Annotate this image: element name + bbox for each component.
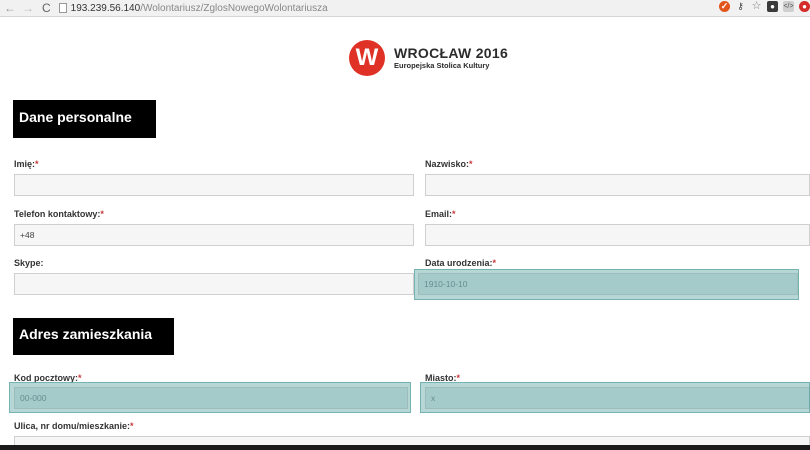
key-icon[interactable]: ⚷ (735, 1, 746, 12)
first-name-label: Imię:* (14, 159, 39, 169)
email-field[interactable] (425, 224, 810, 246)
phone-field[interactable] (14, 224, 414, 246)
url-path: /Wolontariusz/ZglosNowegoWolontariusza (140, 2, 328, 14)
phone-label-text: Telefon kontaktowy: (14, 209, 101, 219)
birth-date-field[interactable] (418, 273, 798, 295)
reload-icon[interactable]: C (42, 1, 51, 15)
required-marker: * (452, 209, 456, 219)
required-marker: * (469, 159, 473, 169)
skype-label: Skype: (14, 258, 44, 268)
birth-date-label-text: Data urodzenia: (425, 258, 493, 268)
forward-icon[interactable]: → (22, 1, 34, 15)
back-icon[interactable]: ← (4, 1, 16, 15)
logo-mark-icon: W (349, 40, 385, 76)
url-text[interactable]: 193.239.56.140/Wolontariusz/ZglosNowegoW… (71, 3, 328, 14)
person-icon[interactable]: ● (767, 1, 778, 12)
required-marker: * (35, 159, 39, 169)
extension-icons: ✓ ⚷ ☆ ● </> ● (719, 1, 810, 12)
logo-text: WROCŁAW 2016 Europejska Stolica Kultury (394, 45, 508, 71)
section-header-address: Adres zamieszkania (13, 318, 174, 355)
last-name-field[interactable] (425, 174, 810, 196)
email-label-text: Email: (425, 209, 453, 219)
email-label: Email:* (425, 209, 456, 219)
city-label-text: Miasto: (425, 373, 457, 383)
birth-date-label: Data urodzenia:* (425, 258, 496, 268)
required-marker: * (456, 373, 461, 383)
required-marker: * (78, 373, 82, 383)
screen-bottom-edge (0, 445, 810, 450)
last-name-label: Nazwisko:* (425, 159, 473, 169)
star-icon[interactable]: ☆ (751, 1, 762, 12)
first-name-label-text: Imię: (14, 159, 36, 169)
skype-field[interactable] (14, 273, 414, 295)
required-marker: * (130, 421, 134, 431)
postal-code-label: Kod pocztowy:* (14, 373, 82, 383)
city-field[interactable] (425, 387, 810, 409)
skype-label-text: Skype: (14, 258, 44, 268)
phone-label: Telefon kontaktowy:* (14, 209, 104, 219)
address-bar[interactable]: 193.239.56.140/Wolontariusz/ZglosNowegoW… (58, 1, 328, 15)
site-logo: W WROCŁAW 2016 Europejska Stolica Kultur… (349, 40, 508, 76)
section-header-personal: Dane personalne (13, 100, 156, 138)
last-name-label-text: Nazwisko: (425, 159, 470, 169)
postal-code-label-text: Kod pocztowy: (14, 373, 78, 383)
first-name-field[interactable] (14, 174, 414, 196)
logo-title: WROCŁAW 2016 (394, 45, 509, 61)
required-marker: * (492, 258, 497, 268)
postal-code-field[interactable] (14, 387, 408, 409)
required-marker: * (100, 209, 104, 219)
city-label: Miasto:* (425, 373, 460, 383)
browser-toolbar: ← → C 193.239.56.140/Wolontariusz/ZglosN… (0, 0, 810, 17)
url-host: 193.239.56.140 (70, 2, 141, 14)
street-label-text: Ulica, nr domu/mieszkanie: (14, 421, 131, 431)
extension-icon-orange[interactable]: ✓ (719, 1, 730, 12)
street-label: Ulica, nr domu/mieszkanie:* (14, 421, 134, 431)
logo-subtitle: Europejska Stolica Kultury (394, 61, 490, 70)
red-extension-icon[interactable]: ● (799, 1, 810, 12)
code-icon[interactable]: </> (783, 1, 794, 12)
page-icon (58, 3, 67, 13)
